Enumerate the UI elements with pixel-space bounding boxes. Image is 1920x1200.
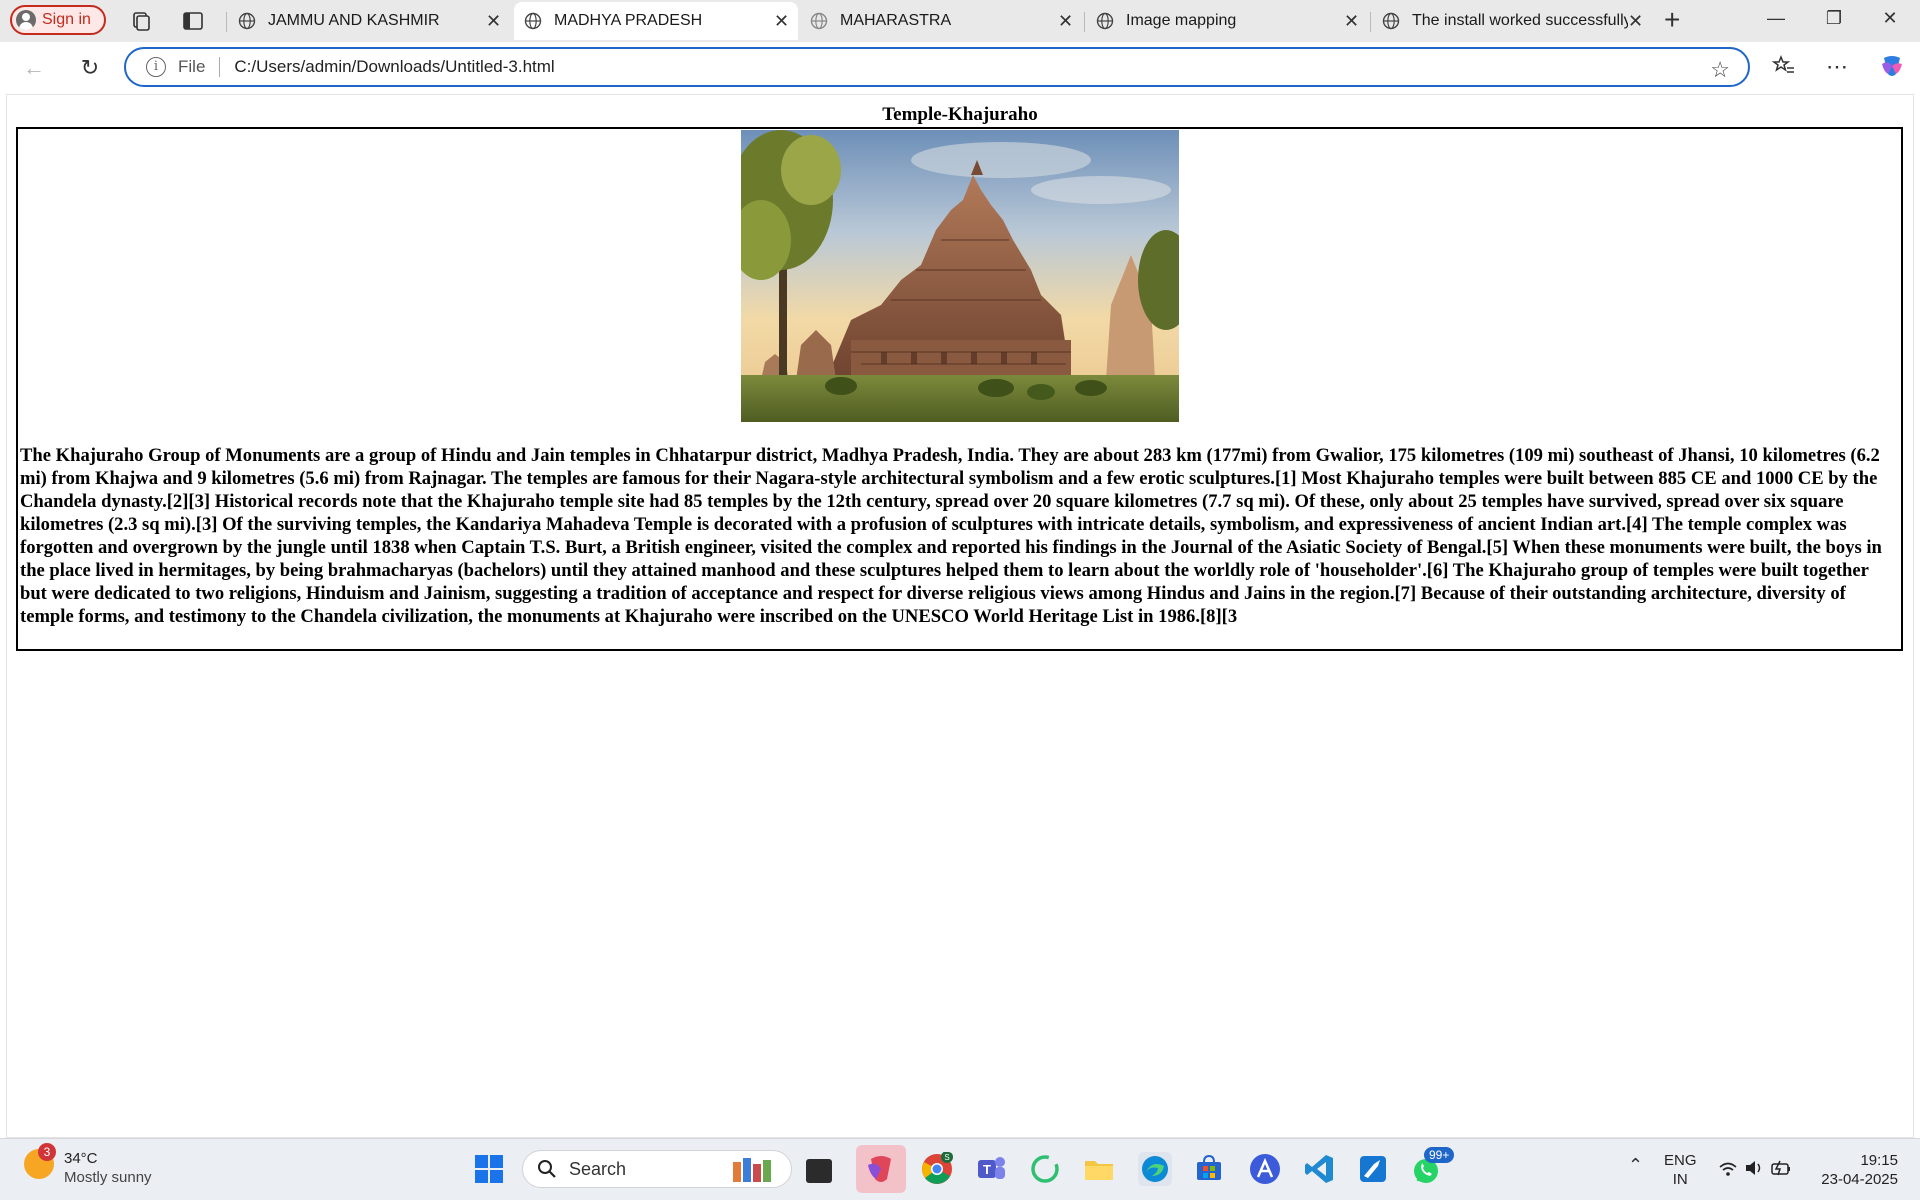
clock-time: 19:15: [1860, 1152, 1898, 1169]
battery-charging-icon[interactable]: [1770, 1159, 1794, 1177]
microsoft-store-icon[interactable]: [1192, 1152, 1226, 1186]
copilot-taskbar-icon[interactable]: [856, 1145, 906, 1193]
search-label: Search: [569, 1158, 627, 1179]
vscode-icon[interactable]: [1302, 1152, 1336, 1186]
clock-date: 23-04-2025: [1821, 1171, 1898, 1188]
close-icon[interactable]: ✕: [1344, 11, 1359, 32]
sign-in-label: Sign in: [42, 11, 91, 28]
vertical-tabs-icon[interactable]: [182, 10, 204, 32]
favorite-star-icon[interactable]: ☆: [1710, 57, 1730, 83]
globe-icon: [238, 12, 256, 30]
system-clock[interactable]: 19:15 23-04-2025: [1814, 1151, 1898, 1189]
arc-app-icon[interactable]: [1248, 1152, 1282, 1186]
profile-avatar-icon: [16, 10, 36, 30]
new-tab-icon[interactable]: +: [1664, 6, 1680, 34]
favorites-icon[interactable]: [1772, 54, 1796, 78]
paint-app-icon[interactable]: [1356, 1152, 1390, 1186]
language-label: ENG: [1664, 1152, 1697, 1169]
weather-widget[interactable]: 3 34°C Mostly sunny: [24, 1143, 152, 1187]
copilot-icon[interactable]: [1878, 52, 1906, 80]
weather-temperature: 34°C: [64, 1150, 98, 1167]
wifi-icon[interactable]: [1718, 1161, 1738, 1177]
windows-taskbar: 3 34°C Mostly sunny Search S T 99+ ⌃ ENG…: [0, 1138, 1920, 1200]
close-icon[interactable]: ✕: [1058, 11, 1073, 32]
sign-in-button[interactable]: Sign in: [10, 5, 106, 35]
globe-icon: [1096, 12, 1114, 30]
tab-madhya-pradesh[interactable]: MADHYA PRADESH ✕: [514, 2, 798, 40]
tab-strip: Sign in JAMMU AND KASHMIR ✕ MADHYA PRADE…: [0, 0, 1920, 42]
chrome-icon[interactable]: S: [920, 1152, 954, 1186]
tab-separator: [226, 12, 227, 32]
globe-icon: [1382, 12, 1400, 30]
tab-title: MADHYA PRADESH: [554, 12, 703, 29]
language-indicator[interactable]: ENG IN: [1664, 1151, 1697, 1189]
url-text[interactable]: C:/Users/admin/Downloads/Untitled-3.html: [234, 57, 554, 77]
sun-weather-icon: 3: [24, 1143, 56, 1179]
tab-title: Image mapping: [1126, 12, 1237, 29]
tab-separator: [1370, 12, 1371, 32]
tray-overflow-chevron-icon[interactable]: ⌃: [1628, 1155, 1643, 1176]
restore-icon[interactable]: ❐: [1814, 8, 1854, 29]
browser-toolbar: ← ↻ i File C:/Users/admin/Downloads/Unti…: [0, 42, 1920, 94]
temple-photo: [740, 130, 1179, 422]
page-title: Temple-Khajuraho: [882, 104, 1038, 125]
window-close-icon[interactable]: ✕: [1870, 8, 1910, 29]
photo-cell: [18, 129, 1901, 422]
page-viewport: Temple-Khajuraho The Khajuraho Group of …: [6, 94, 1914, 1138]
close-icon[interactable]: ✕: [486, 11, 501, 32]
search-highlight-books-icon: [733, 1158, 771, 1182]
volume-icon[interactable]: [1744, 1159, 1764, 1177]
workspaces-icon[interactable]: [130, 10, 152, 32]
weather-condition: Mostly sunny: [64, 1169, 152, 1186]
refresh-icon[interactable]: ↻: [76, 54, 104, 82]
tab-image-mapping[interactable]: Image mapping ✕: [1086, 2, 1368, 40]
terminal-app-icon[interactable]: [806, 1159, 832, 1183]
taskbar-search-box[interactable]: Search: [522, 1150, 792, 1188]
bordered-content-table: The Khajuraho Group of Monuments are a g…: [16, 127, 1903, 651]
tab-jammu-and-kashmir[interactable]: JAMMU AND KASHMIR ✕: [228, 2, 510, 40]
tab-title: The install worked successfully!: [1412, 12, 1628, 29]
close-icon[interactable]: ✕: [1628, 11, 1643, 32]
chrome-profile-badge: S: [944, 1153, 949, 1162]
minimize-icon[interactable]: —: [1756, 8, 1796, 29]
windows-start-icon[interactable]: [472, 1152, 506, 1186]
teams-icon[interactable]: T: [974, 1152, 1008, 1186]
address-separator: [219, 57, 221, 77]
back-arrow-icon[interactable]: ←: [20, 54, 48, 82]
article-paragraph: The Khajuraho Group of Monuments are a g…: [20, 445, 1882, 627]
region-label: IN: [1672, 1171, 1688, 1188]
more-options-icon[interactable]: ⋯: [1826, 54, 1848, 80]
tab-title: MAHARASTRA: [840, 12, 952, 29]
search-icon: [538, 1160, 556, 1178]
address-bar[interactable]: i File C:/Users/admin/Downloads/Untitled…: [124, 47, 1750, 87]
weather-notification-badge: 3: [38, 1143, 56, 1161]
info-icon[interactable]: i: [146, 57, 166, 77]
url-scheme-label: File: [178, 57, 206, 76]
edge-browser-icon[interactable]: [1138, 1152, 1172, 1186]
tab-separator: [1084, 12, 1085, 32]
close-icon[interactable]: ✕: [774, 11, 789, 32]
copilot-glyph-icon: [868, 1156, 891, 1182]
tab-install-worked[interactable]: The install worked successfully! ✕: [1372, 2, 1652, 40]
svg-text:T: T: [983, 1162, 991, 1177]
tab-maharastra[interactable]: MAHARASTRA ✕: [800, 2, 1082, 40]
whatsapp-badge: 99+: [1424, 1147, 1455, 1163]
globe-icon: [810, 12, 828, 30]
tab-title: JAMMU AND KASHMIR: [268, 12, 440, 29]
globe-icon: [524, 12, 542, 30]
file-explorer-icon[interactable]: [1082, 1152, 1116, 1186]
refresh-app-icon[interactable]: [1028, 1152, 1062, 1186]
